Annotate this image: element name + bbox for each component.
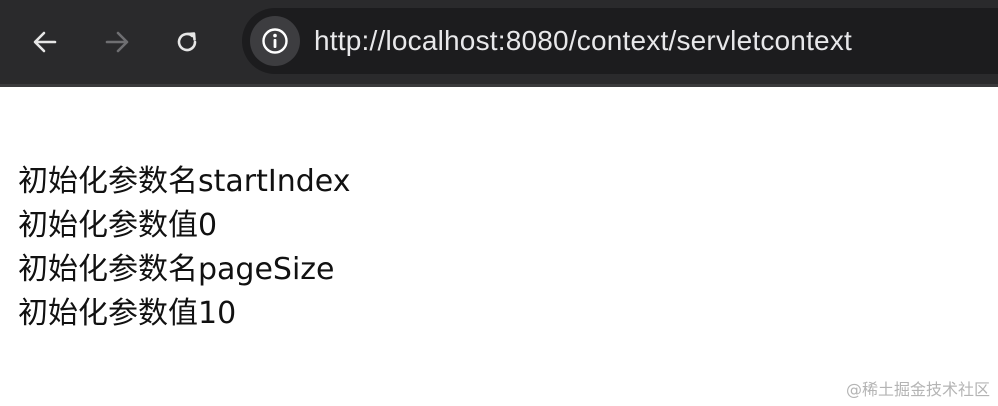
arrow-right-icon — [105, 31, 129, 53]
reload-icon — [177, 32, 197, 52]
param-value-line: 初始化参数值10 — [18, 296, 237, 331]
info-circle-icon — [262, 28, 288, 54]
url-text[interactable]: http://localhost:8080/context/servletcon… — [314, 23, 852, 59]
watermark: @稀土掘金技术社区 — [845, 380, 990, 399]
address-bar[interactable]: http://localhost:8080/context/servletcon… — [242, 8, 998, 74]
param-name-line: 初始化参数名pageSize — [18, 252, 335, 287]
browser-toolbar: http://localhost:8080/context/servletcon… — [0, 0, 998, 87]
site-info-button[interactable] — [250, 16, 300, 66]
param-name-line: 初始化参数名startIndex — [18, 164, 351, 199]
reload-button[interactable] — [166, 21, 208, 63]
page-content: 初始化参数名startIndex 初始化参数值0 初始化参数名pageSize … — [18, 160, 350, 336]
arrow-left-icon — [33, 31, 57, 53]
back-button[interactable] — [24, 21, 66, 63]
param-value-line: 初始化参数值0 — [18, 208, 218, 243]
forward-button[interactable] — [96, 21, 138, 63]
